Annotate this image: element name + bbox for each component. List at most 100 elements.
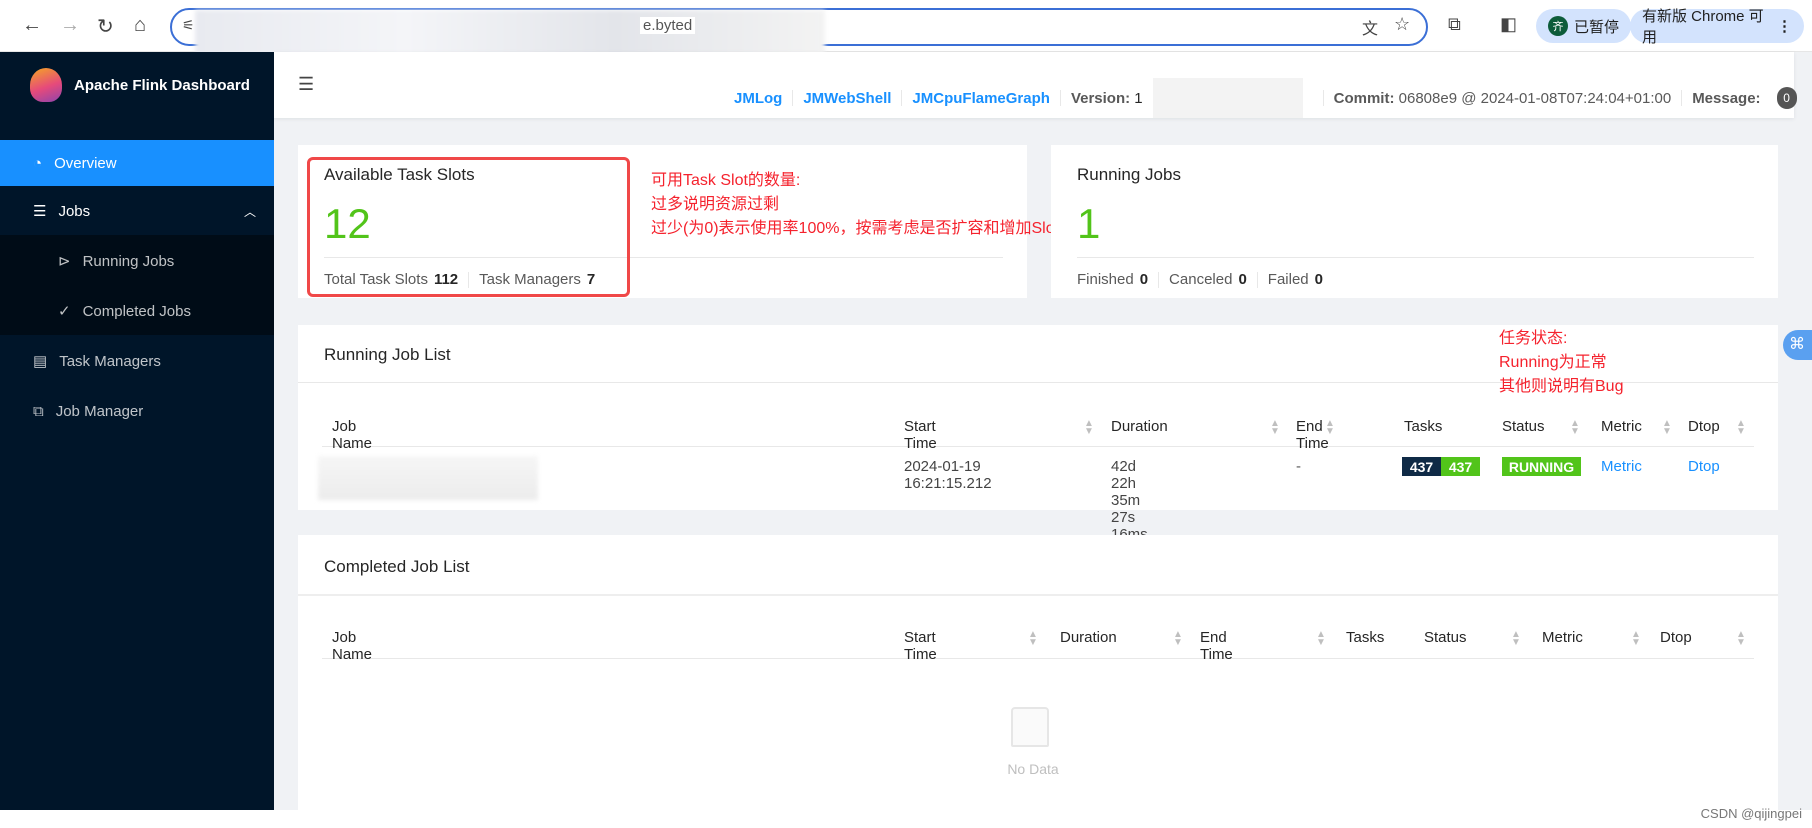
annotation-box [307,157,630,297]
profile-paused-button[interactable]: 齐 已暂停 [1536,9,1632,43]
annotation-line: 过多说明资源过剩 [651,196,780,213]
end-time-cell: - [1296,458,1301,475]
sort-icon[interactable]: ▲ ▼ [1631,630,1641,648]
column-job-name[interactable]: Job Name [332,418,372,452]
cluster-icon: ⧉ [33,402,44,420]
app-logo[interactable]: Apache Flink Dashboard [30,68,250,102]
sort-icon[interactable]: ▲ ▼ [1270,419,1280,437]
column-tasks: Tasks [1346,629,1385,646]
sort-icon[interactable]: ▲ ▼ [1173,630,1183,648]
jmwebshell-link[interactable]: JMWebShell [803,90,891,107]
annotation-line: Running为正常 [1499,354,1607,371]
sidebar-item-jobs[interactable]: ☰ Jobs ︿ [0,188,274,234]
translate-icon[interactable]: 文 [1362,15,1378,39]
sidebar-item-completed-jobs[interactable]: ✓ Completed Jobs [0,288,274,334]
forward-icon[interactable]: → [60,14,80,37]
column-metric[interactable]: Metric [1542,629,1583,646]
home-icon[interactable]: ⌂ [134,14,146,37]
annotation-line: 过少(为0)表示使用率100%，按需考虑是否扩容和增加Slot数量 [651,220,1092,237]
sidebar-item-label: Job Manager [55,402,144,420]
app-title: Apache Flink Dashboard [74,76,250,94]
card-title: Completed Job List [324,557,470,576]
column-dtop[interactable]: Dtop [1660,629,1692,646]
sort-icon[interactable]: ▲ ▼ [1511,630,1521,648]
running-jobs-card: Running Jobs 1 Finished 0 Canceled 0 Faile… [1051,145,1778,298]
sidebar-item-overview[interactable]: ◔ Overview [0,140,274,186]
more-icon[interactable]: ⋮ [1777,17,1792,35]
sort-icon[interactable]: ▲ ▼ [1028,630,1038,648]
sort-icon[interactable]: ▲ ▼ [1316,630,1326,648]
sort-icon[interactable]: ▲ ▼ [1736,419,1746,437]
version-label: Version: [1070,89,1131,107]
dtop-link[interactable]: Dtop [1688,458,1720,475]
column-duration[interactable]: Duration [1060,629,1117,646]
sidebar-item-label: Running Jobs [82,252,175,270]
watermark: CSDN @qijingpei [1700,806,1802,821]
column-end-time[interactable]: End Time [1296,418,1329,452]
play-circle-icon: ⊳ [58,253,71,270]
finished-label: Finished [1077,271,1134,288]
floating-assistant-icon[interactable]: ⌘ [1783,330,1812,360]
card-title: Running Job List [324,345,451,364]
status-badge: RUNNING [1502,457,1581,476]
column-status[interactable]: Status [1424,629,1467,646]
extensions-icon[interactable]: ⧉ [1448,14,1461,35]
slots-annotation: 可用Task Slot的数量: 过多说明资源过剩 过少(为0)表示使用率100%… [651,169,1091,241]
sidebar-item-running-jobs[interactable]: ⊳ Running Jobs [0,238,274,284]
sidebar-item-task-managers[interactable]: ▤ Task Managers [0,338,274,384]
dashboard-icon: ◔ [33,154,43,172]
start-time-cell: 2024-01-19 16:21:15.212 [904,458,992,492]
column-job-name[interactable]: Job Name [332,629,372,663]
divider [298,594,1778,596]
reload-icon[interactable]: ↻ [97,14,114,39]
sidebar-item-label: Overview [54,154,117,172]
jmcpuflamegraph-link[interactable]: JMCpuFlameGraph [912,90,1050,107]
tasks-total: 437 [1402,457,1441,476]
no-data-text: No Data [1007,761,1059,777]
sort-icon[interactable]: ▲ ▼ [1570,419,1580,437]
bottom-margin [0,810,1812,828]
annotation-line: 其他则说明有Bug [1499,378,1624,395]
chrome-update-button[interactable]: 有新版 Chrome 可用 ⋮ [1630,8,1804,46]
flink-squirrel-icon [30,68,62,102]
column-duration[interactable]: Duration [1111,418,1168,435]
sort-icon[interactable]: ▲ ▼ [1736,630,1746,648]
failed-value: 0 [1314,271,1323,288]
commit-label: Commit: [1333,89,1395,107]
column-start-time[interactable]: Start Time [904,629,937,663]
sidebar-item-job-manager[interactable]: ⧉ Job Manager [0,388,274,434]
metric-link[interactable]: Metric [1601,458,1642,475]
column-start-time[interactable]: Start Time [904,418,937,452]
menu-fold-icon[interactable]: ☰ [298,74,314,95]
column-status[interactable]: Status [1502,418,1545,435]
sidebar-item-label: Completed Jobs [82,302,191,320]
sort-icon[interactable]: ▲ ▼ [1084,419,1094,437]
paused-label: 已暂停 [1574,18,1620,36]
column-end-time[interactable]: End Time [1200,629,1233,663]
message-label: Message: [1692,89,1761,107]
star-icon[interactable]: ☆ [1394,14,1410,35]
version-value: 1 [1134,89,1143,107]
tasks-badge: 437 437 [1402,457,1480,476]
commit-value: 06808e9 @ 2024-01-08T07:24:04+01:00 [1398,89,1672,107]
column-metric[interactable]: Metric [1601,418,1642,435]
header-info: JMLog JMWebShell JMCpuFlameGraph Version… [734,78,1797,118]
redacted-job-name[interactable] [318,456,538,500]
failed-label: Failed [1267,271,1309,288]
divider [1077,257,1754,258]
check-circle-icon: ✓ [58,303,71,320]
side-panel-icon[interactable]: ◧ [1500,14,1517,35]
sidebar-item-label: Jobs [58,202,91,220]
sort-icon[interactable]: ▲ ▼ [1325,419,1335,437]
annotation-line: 可用Task Slot的数量: [651,172,801,189]
divider [322,446,1754,447]
canceled-value: 0 [1238,271,1247,288]
column-dtop[interactable]: Dtop [1688,418,1720,435]
message-count-badge[interactable]: 0 [1776,87,1797,109]
site-info-icon[interactable]: ⚟ [182,17,195,34]
sort-icon[interactable]: ▲ ▼ [1662,419,1672,437]
running-jobs-value: 1 [1077,200,1101,247]
jmlog-link[interactable]: JMLog [734,90,782,107]
divider [322,658,1754,659]
back-icon[interactable]: ← [22,14,42,37]
